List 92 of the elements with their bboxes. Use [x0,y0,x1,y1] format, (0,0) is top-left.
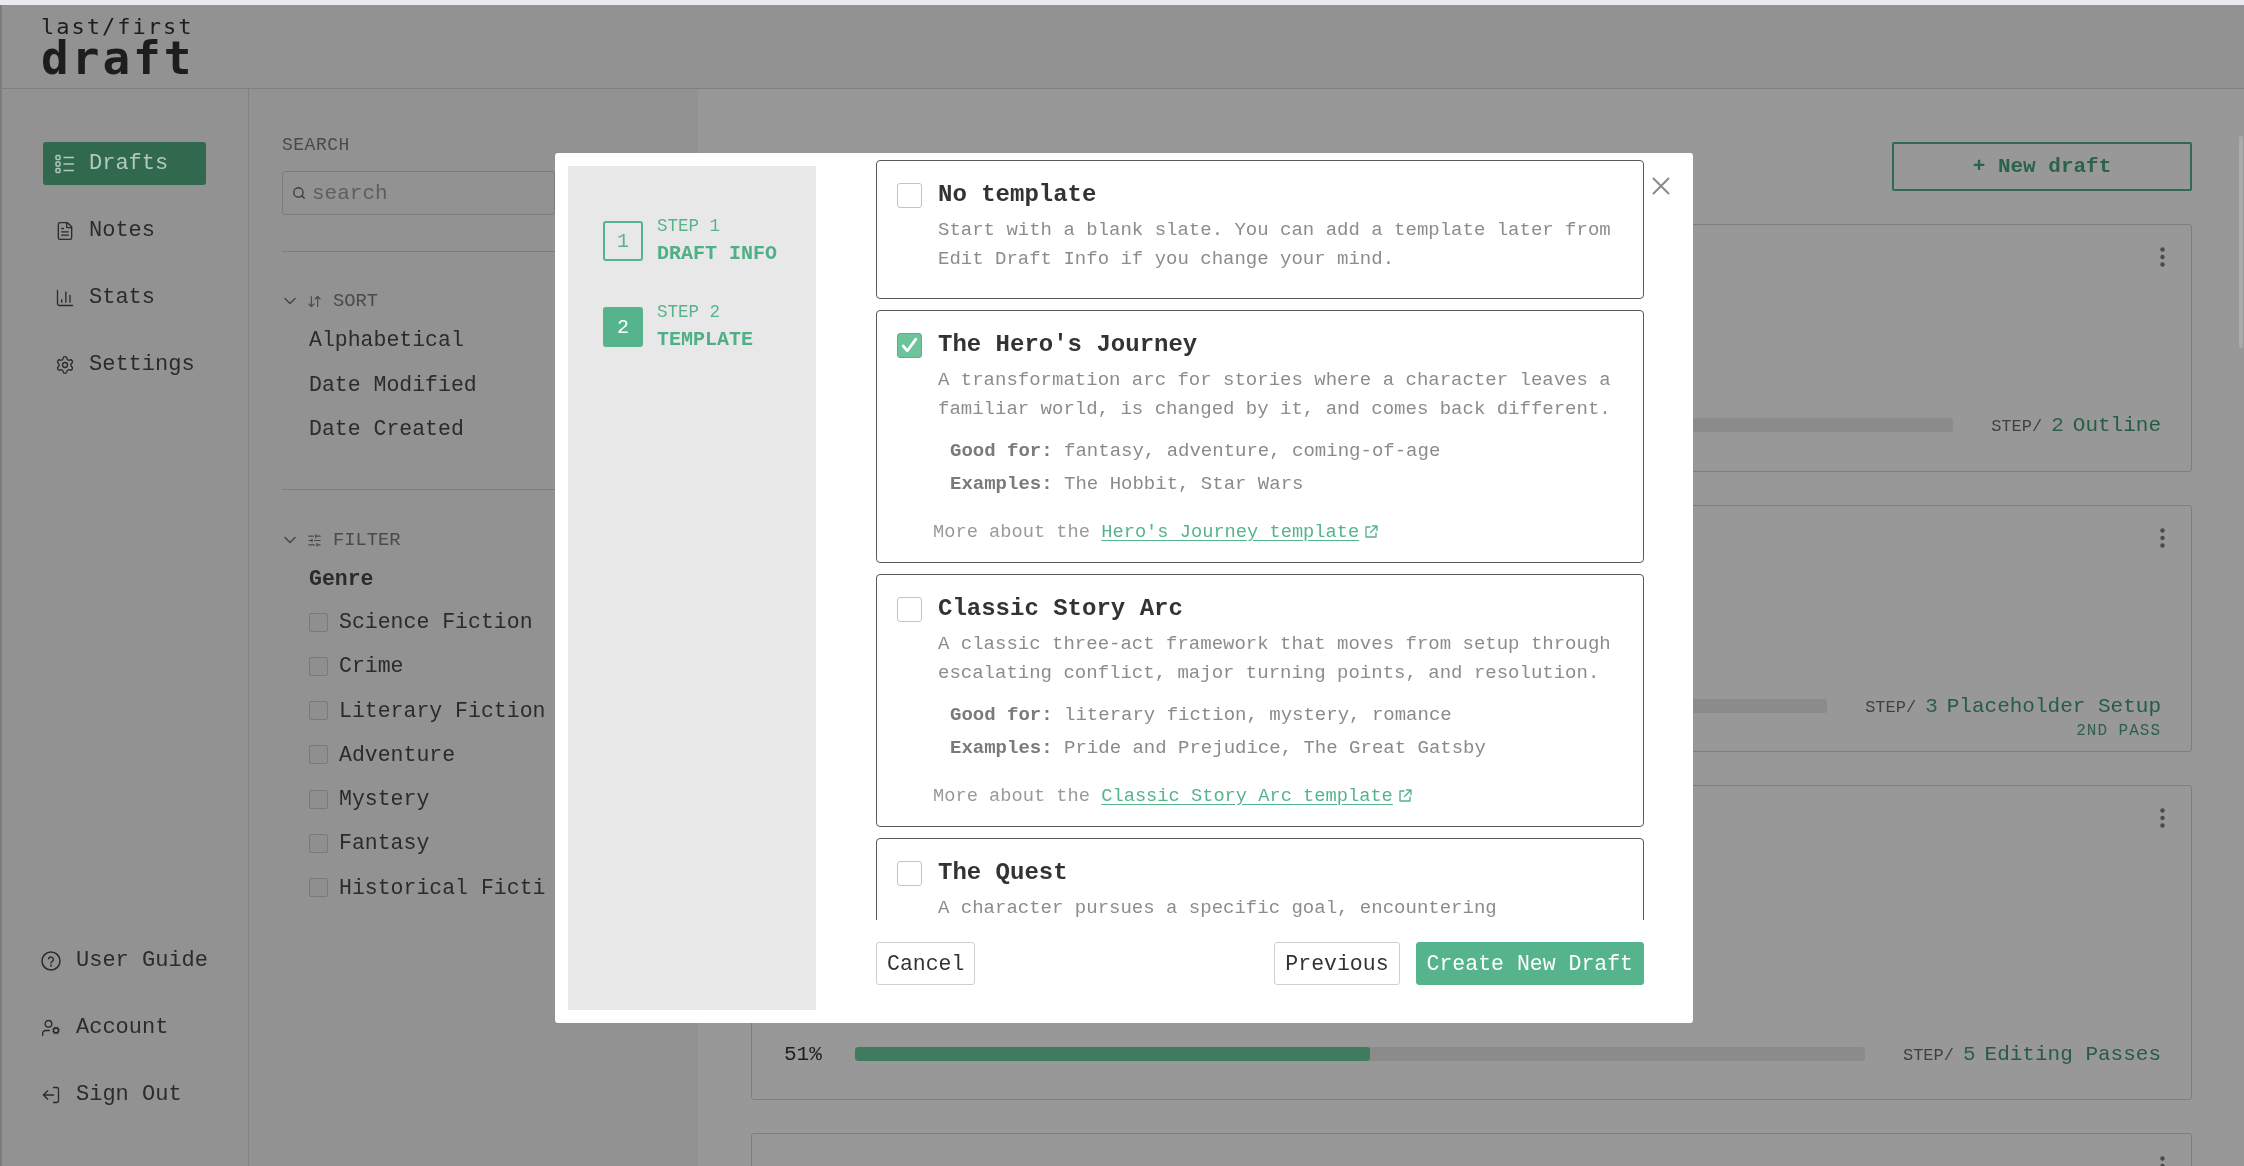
search-icon [292,186,306,200]
settings-icon [55,354,75,375]
more-info-text: More about the Hero's Journey template [933,518,1379,546]
external-link-icon [1397,789,1412,803]
progress-percent: 51% [784,1042,822,1066]
checkbox[interactable] [897,860,922,886]
search-label: SEARCH [282,134,350,156]
step-name: Placeholder Setup [1946,694,2161,718]
close-button[interactable] [1652,177,1670,195]
template-meta: Examples: Pride and Prejudice, The Great Gatsby [950,736,1486,761]
previous-button[interactable]: Previous [1274,942,1400,985]
checkbox[interactable] [309,656,328,676]
step-count: 2 [2051,413,2064,437]
step-label: STEP 2 [657,301,721,323]
genre-label: Science Fiction [339,609,533,635]
template-meta: Examples: The Hobbit, Star Wars [950,472,1305,497]
template-meta: Good for: fantasy, adventure, coming-of-age [950,439,1441,464]
step-name: Editing Passes [1984,1042,2161,1066]
document-icon [55,220,75,241]
nav-link[interactable]: User Guide [41,939,248,982]
step-number: 2 [603,307,643,347]
nav-item[interactable]: Notes [43,209,206,252]
sign-out-icon [41,1084,61,1105]
template-title: No template [938,180,1097,210]
bar-chart-icon [55,287,75,308]
checkbox[interactable] [309,878,328,898]
genre-label: Adventure [339,741,456,768]
template-link[interactable]: Classic Story Arc template [1101,782,1412,810]
step-prefix: STEP/ [1865,697,1917,717]
template-description: A transformation arc for stories where a character leaves a familiar world, is changed by it, and comes back different. [938,368,1612,422]
step-count: 3 [1925,694,1938,718]
checkbox[interactable] [309,789,328,809]
checkbox[interactable] [309,612,328,632]
genre-label: Literary Fiction [339,697,546,724]
checkbox[interactable] [897,182,922,208]
template-link[interactable]: Hero's Journey template [1101,518,1379,546]
checkbox[interactable] [309,701,328,721]
pass-label: 2ND PASS [2076,721,2161,742]
filter-toggle[interactable]: FILTER [282,529,401,551]
template-description: A classic three-act framework that moves from setup through escalating conflict, major turning points, and resolution. [938,632,1612,686]
nav-link[interactable]: Account [41,1006,248,1049]
kebab-menu-icon[interactable] [2160,808,2165,828]
logo-wordmark: draft [41,38,195,78]
nav-item[interactable]: Stats [43,276,206,319]
sort-option[interactable]: Date Created [309,416,464,442]
template-title: The Quest [938,858,1068,888]
sort-option[interactable]: Alphabetical [309,327,464,353]
sort-option[interactable]: Date Modified [309,371,477,398]
sort-toggle[interactable]: SORT [282,290,379,312]
checkbox[interactable] [309,834,328,853]
more-info-text: More about the Classic Story Arc template [933,782,1412,810]
sort-arrows-icon [307,293,322,309]
template-option[interactable]: No template Start with a blank slate. You can add a template later from Edit Draft Info if you change your mind. [876,160,1644,299]
kebab-menu-icon[interactable] [2160,528,2165,548]
nav-item[interactable]: Drafts [43,142,206,185]
checkbox[interactable] [309,745,328,765]
template-option[interactable] [876,574,1644,827]
step-title: TEMPLATE [657,327,753,353]
create-draft-button[interactable]: Create New Draft [1415,942,1644,985]
new-draft-button[interactable]: + New draft [1892,142,2192,191]
user-gear-icon [41,1017,61,1038]
template-description: Start with a blank slate. You can add a template later from Edit Draft Info if you change your mind. [938,218,1612,272]
genre-label: Historical Ficti [339,874,546,901]
genre-label: Crime [339,653,404,680]
check-icon [901,336,918,354]
nav-item[interactable]: Settings [43,343,206,386]
close-icon [1652,177,1670,195]
template-title: Classic Story Arc [938,594,1183,624]
filter-group-title: Genre [309,566,374,592]
nav-link[interactable]: Sign Out [41,1073,248,1116]
genre-label: Fantasy [339,830,430,857]
step-number: 1 [603,221,643,261]
step-count: 5 [1962,1042,1976,1066]
step-prefix: STEP/ [1991,416,2043,436]
template-description: A character pursues a specific goal, encountering [938,896,1497,920]
checkbox[interactable] [897,332,922,358]
step-name: Outline [2072,413,2161,437]
template-option[interactable] [876,310,1644,563]
logo-tagline: last/first [41,16,194,38]
external-link-icon [1364,525,1379,539]
help-icon [41,950,61,971]
step-title: DRAFT INFO [657,241,778,267]
cancel-button[interactable]: Cancel [876,942,976,985]
step-label: STEP 1 [657,215,721,237]
step-prefix: STEP/ [1902,1045,1954,1065]
list-icon [55,153,75,174]
sliders-icon [307,532,322,548]
kebab-menu-icon[interactable] [2160,247,2165,267]
template-meta: Good for: literary fiction, mystery, romance [950,703,1453,728]
checkbox[interactable] [897,596,922,622]
template-title: The Hero's Journey [938,330,1198,360]
genre-label: Mystery [339,786,430,813]
